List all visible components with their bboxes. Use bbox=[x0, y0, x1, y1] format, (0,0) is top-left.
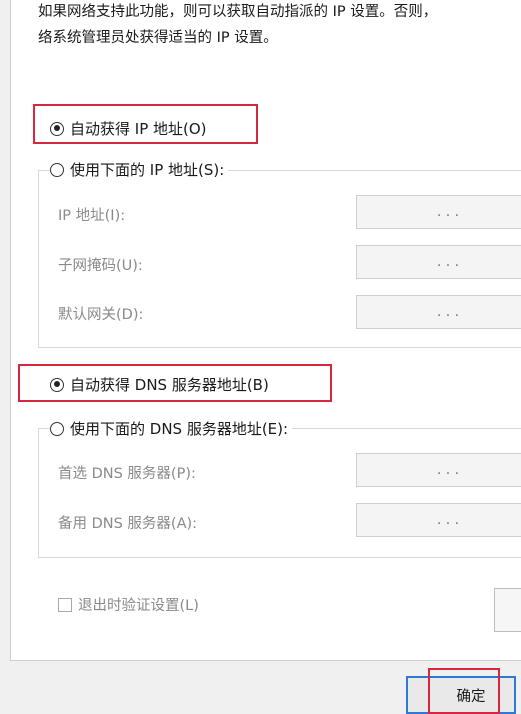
default-gateway-value: . . . bbox=[436, 304, 460, 320]
default-gateway-label: 默认网关(D): bbox=[58, 307, 144, 323]
validate-settings-label: 退出时验证设置(L) bbox=[78, 598, 199, 614]
ip-address-input[interactable]: . . . bbox=[356, 195, 521, 229]
alternate-dns-label: 备用 DNS 服务器(A): bbox=[58, 516, 198, 532]
validate-settings-option[interactable]: 退出时验证设置(L) bbox=[58, 594, 199, 615]
preferred-dns-label: 首选 DNS 服务器(P): bbox=[58, 466, 196, 482]
highlight-box-auto-dns bbox=[18, 364, 332, 402]
highlight-box-auto-ip bbox=[33, 104, 258, 144]
highlight-box-ok bbox=[428, 668, 500, 714]
dns-group-box bbox=[38, 428, 521, 558]
subnet-mask-input[interactable]: . . . bbox=[356, 245, 521, 279]
manual-ip-radio[interactable] bbox=[50, 162, 64, 177]
description-line-1: 如果网络支持此功能，则可以获取自动指派的 IP 设置。否则， bbox=[38, 4, 438, 20]
validate-settings-checkbox[interactable] bbox=[58, 597, 72, 612]
manual-dns-option[interactable]: 使用下面的 DNS 服务器地址(E): bbox=[50, 418, 293, 439]
preferred-dns-value: . . . bbox=[436, 462, 460, 478]
alternate-dns-input[interactable]: . . . bbox=[356, 503, 521, 537]
ip-address-value: . . . bbox=[436, 204, 460, 220]
advanced-button[interactable] bbox=[494, 588, 521, 632]
subnet-mask-label: 子网掩码(U): bbox=[58, 258, 143, 274]
ip-address-label: IP 地址(I): bbox=[58, 208, 126, 224]
subnet-mask-value: . . . bbox=[436, 254, 460, 270]
manual-ip-option[interactable]: 使用下面的 IP 地址(S): bbox=[50, 159, 229, 180]
description-line-2: 络系统管理员处获得适当的 IP 设置。 bbox=[38, 30, 278, 46]
manual-ip-label: 使用下面的 IP 地址(S): bbox=[70, 161, 225, 179]
alternate-dns-value: . . . bbox=[436, 512, 460, 528]
manual-dns-label: 使用下面的 DNS 服务器地址(E): bbox=[70, 420, 289, 438]
manual-dns-radio[interactable] bbox=[50, 421, 64, 436]
default-gateway-input[interactable]: . . . bbox=[356, 295, 521, 329]
preferred-dns-input[interactable]: . . . bbox=[356, 453, 521, 487]
